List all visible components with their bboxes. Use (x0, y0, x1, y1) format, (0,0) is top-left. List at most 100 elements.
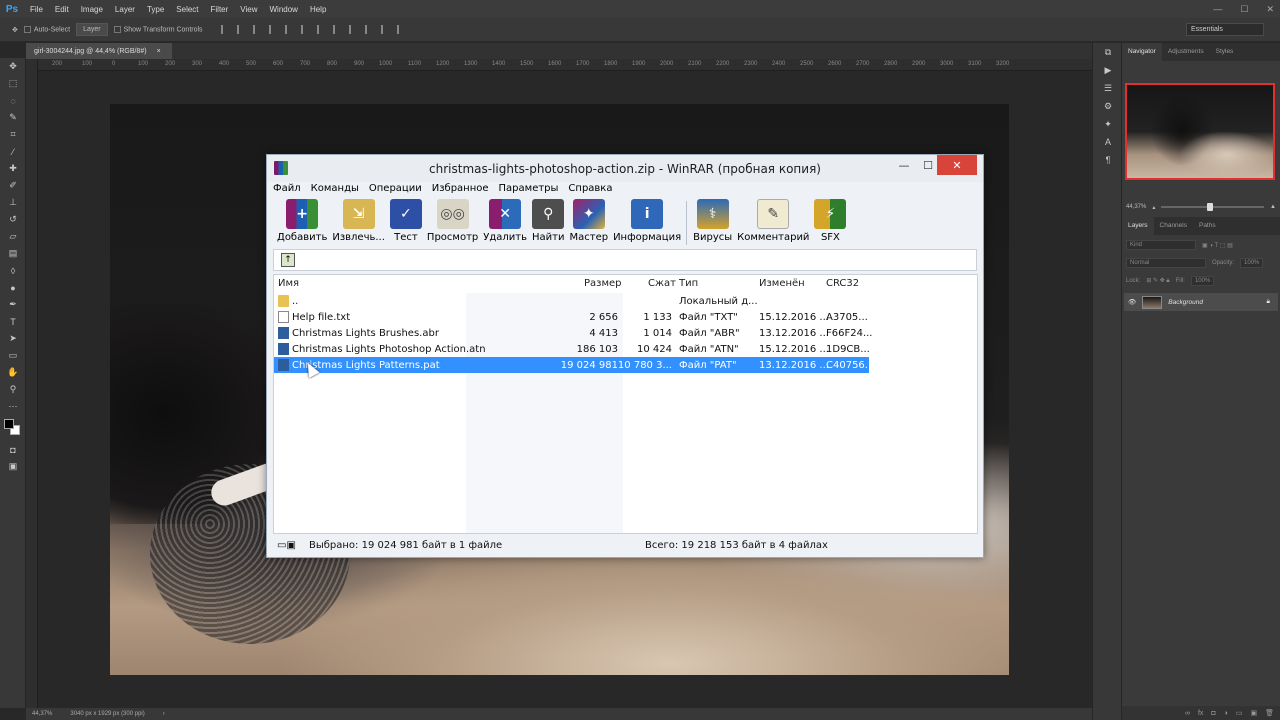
eyedropper-tool-icon[interactable]: ⁄ (0, 143, 26, 160)
quick-select-tool-icon[interactable]: ✎ (0, 109, 26, 126)
healing-tool-icon[interactable]: ✚ (0, 160, 26, 177)
menu-window[interactable]: Window (264, 5, 304, 14)
paragraph-icon[interactable]: ¶ (1093, 151, 1123, 169)
workspace-dropdown[interactable]: Essentials (1186, 23, 1264, 36)
distribute-left-icon[interactable] (364, 25, 374, 34)
zoom-out-icon[interactable]: ▴ (1152, 204, 1155, 211)
column-type[interactable]: Тип (679, 278, 698, 289)
navigator-zoom-slider[interactable] (1161, 203, 1265, 211)
eraser-tool-icon[interactable]: ▱ (0, 228, 26, 245)
link-layers-icon[interactable]: ∞ (1185, 710, 1190, 717)
history-icon[interactable]: ⧉ (1093, 43, 1123, 61)
up-folder-icon[interactable]: ↑ (281, 253, 295, 267)
file-row-selected[interactable]: Christmas Lights Patterns.pat 19 024 981… (274, 357, 874, 373)
distribute-hcenter-icon[interactable] (380, 25, 390, 34)
auto-select-target-dropdown[interactable]: Layer (76, 23, 108, 36)
dodge-tool-icon[interactable]: ● (0, 279, 26, 296)
zoom-tool-icon[interactable]: ⚲ (0, 381, 26, 398)
navigator-zoom-value[interactable]: 44,37% (1126, 204, 1146, 210)
close-button[interactable]: ✕ (1266, 4, 1274, 15)
zoom-in-icon[interactable]: ▲ (1270, 204, 1276, 210)
document-tab[interactable]: girl-3004244.jpg @ 44,4% (RGB/8#) × (26, 43, 172, 59)
distribute-center-icon[interactable] (332, 25, 342, 34)
file-row[interactable]: Help file.txt 2 656 1 133 Файл "TXT" 15.… (274, 309, 869, 325)
align-bottom-icon[interactable] (252, 25, 262, 34)
menu-file[interactable]: File (24, 5, 49, 14)
actions-icon[interactable]: ▶ (1093, 61, 1123, 79)
visibility-eye-icon[interactable]: 👁︎ (1128, 298, 1136, 306)
add-mask-icon[interactable]: ◘ (1211, 710, 1215, 717)
tab-navigator[interactable]: Navigator (1122, 43, 1162, 61)
info-button[interactable]: i Информация (613, 199, 681, 247)
winrar-titlebar[interactable]: christmas-lights-photoshop-action.zip - … (267, 155, 983, 182)
hand-tool-icon[interactable]: ✋ (0, 364, 26, 381)
document-tab-close-icon[interactable]: × (157, 48, 161, 55)
color-swatches[interactable] (0, 415, 25, 441)
align-top-icon[interactable] (220, 25, 230, 34)
pen-tool-icon[interactable]: ✒ (0, 296, 26, 313)
character-icon[interactable]: A (1093, 133, 1123, 151)
file-row[interactable]: Christmas Lights Photoshop Action.atn 18… (274, 341, 870, 357)
move-tool-icon[interactable]: ✥ (12, 26, 18, 34)
winrar-menu-file[interactable]: Файл (273, 183, 301, 197)
fx-icon[interactable]: fx (1198, 710, 1203, 717)
comment-button[interactable]: ✎ Комментарий (737, 199, 809, 247)
quick-mask-icon[interactable]: ◘ (0, 441, 26, 458)
crop-tool-icon[interactable]: ⌗ (0, 126, 26, 143)
shape-tool-icon[interactable]: ▭ (0, 347, 26, 364)
align-hcenter-icon[interactable] (284, 25, 294, 34)
winrar-menu-commands[interactable]: Команды (311, 183, 359, 197)
tab-channels[interactable]: Channels (1154, 217, 1193, 235)
auto-select-checkbox[interactable]: Auto-Select (23, 25, 70, 33)
move-tool-icon[interactable]: ✥ (0, 58, 26, 75)
winrar-minimize-button[interactable]: — (891, 155, 917, 176)
clone-stamp-tool-icon[interactable]: ⊥ (0, 194, 26, 211)
align-right-icon[interactable] (300, 25, 310, 34)
distribute-bottom-icon[interactable] (348, 25, 358, 34)
column-modified[interactable]: Изменён (759, 278, 805, 289)
column-crc[interactable]: CRC32 (826, 278, 859, 289)
status-zoom[interactable]: 44,37% (32, 711, 52, 717)
menu-image[interactable]: Image (75, 5, 109, 14)
sfx-button[interactable]: ⚡ SFX (814, 199, 847, 247)
lasso-tool-icon[interactable]: ◌ (0, 92, 26, 109)
winrar-file-list[interactable]: Имя Размер Сжат Тип Изменён CRC32 .. Лок… (273, 274, 978, 534)
winrar-menu-operations[interactable]: Операции (369, 183, 422, 197)
lock-icons[interactable]: ⊞ ✎ ✥ 🔒︎ (1146, 277, 1169, 285)
test-button[interactable]: ✓ Тест (389, 199, 422, 247)
adjust-icon[interactable]: ⚙ (1093, 97, 1123, 115)
type-tool-icon[interactable]: T (0, 313, 26, 330)
properties-icon[interactable]: ☰ (1093, 79, 1123, 97)
align-vcenter-icon[interactable] (236, 25, 246, 34)
virus-scan-button[interactable]: ⚕ Вирусы (693, 199, 732, 247)
history-brush-tool-icon[interactable]: ↺ (0, 211, 26, 228)
fill-field[interactable]: 100% (1190, 276, 1215, 286)
tab-adjustments[interactable]: Adjustments (1162, 43, 1210, 61)
find-button[interactable]: ⚲ Найти (532, 199, 564, 247)
column-name[interactable]: Имя (278, 278, 299, 289)
column-packed[interactable]: Сжат (648, 278, 676, 289)
opacity-field[interactable]: 100% (1240, 258, 1264, 268)
menu-filter[interactable]: Filter (205, 5, 235, 14)
blend-mode-dropdown[interactable]: Normal (1126, 258, 1206, 268)
new-layer-icon[interactable]: ▣ (1250, 709, 1257, 717)
minimize-button[interactable]: — (1213, 4, 1222, 14)
view-button[interactable]: ◎◎ Просмотр (427, 199, 478, 247)
gradient-tool-icon[interactable]: ▤ (0, 245, 26, 262)
layer-kind-filter[interactable]: Kind (1126, 240, 1196, 250)
extract-button[interactable]: ⇲ Извлечь... (332, 199, 385, 247)
screen-mode-icon[interactable]: ▣ (0, 458, 26, 475)
winrar-menu-options[interactable]: Параметры (499, 183, 559, 197)
path-select-tool-icon[interactable]: ➤ (0, 330, 26, 347)
zoom-slider-knob[interactable] (1206, 203, 1213, 211)
menu-help[interactable]: Help (304, 5, 332, 14)
align-left-icon[interactable] (268, 25, 278, 34)
winrar-menu-help[interactable]: Справка (568, 183, 612, 197)
show-transform-checkbox[interactable]: Show Transform Controls (113, 25, 203, 33)
maximize-button[interactable]: ☐ (1240, 4, 1248, 15)
winrar-menu-favorites[interactable]: Избранное (432, 183, 489, 197)
menu-type[interactable]: Type (141, 5, 170, 14)
menu-edit[interactable]: Edit (49, 5, 75, 14)
new-group-icon[interactable]: ▭ (1236, 709, 1243, 717)
menu-select[interactable]: Select (170, 5, 204, 14)
